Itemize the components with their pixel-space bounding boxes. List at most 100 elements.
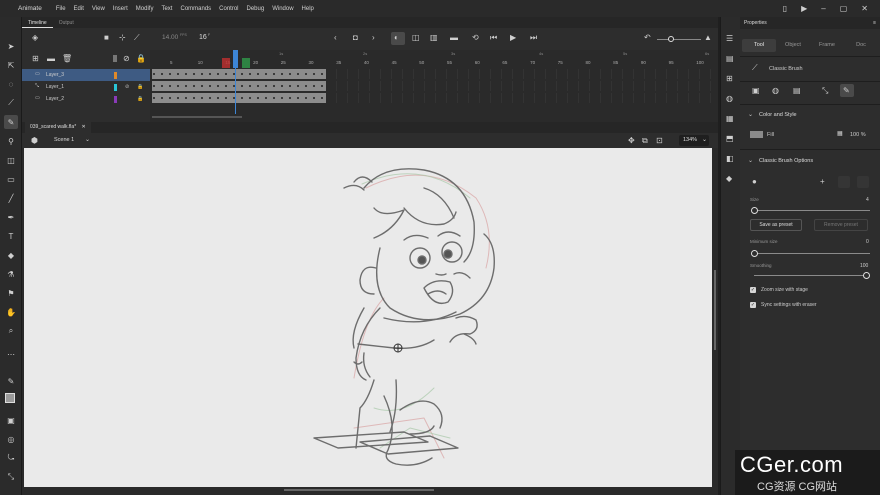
horizontal-scrollbar[interactable] — [284, 489, 434, 491]
keyframe-dot[interactable] — [313, 97, 315, 99]
pressure-icon[interactable]: ⤡ — [822, 87, 828, 95]
keyframe-dot[interactable] — [185, 85, 187, 87]
layers-stack-icon[interactable]: ◈ — [32, 34, 38, 42]
menu-edit[interactable]: Edit — [70, 6, 88, 12]
new-layer-icon[interactable]: ⊞ — [32, 55, 39, 63]
size-value[interactable]: 4 — [866, 197, 869, 203]
lasso-tool-icon[interactable]: ◌ — [4, 77, 18, 91]
frame-zoom-knob[interactable] — [668, 36, 674, 42]
bone-tool-icon[interactable]: ⚲ — [4, 134, 18, 148]
keyframe-dot[interactable] — [161, 97, 163, 99]
chevron-right-icon[interactable]: › — [372, 34, 375, 42]
min-size-slider[interactable] — [754, 253, 870, 254]
eraser-tool-icon[interactable]: ◫ — [4, 153, 18, 167]
keyframe-dot[interactable] — [281, 73, 283, 75]
keyframe-dot[interactable] — [249, 73, 251, 75]
outline-toggle-icon[interactable] — [113, 55, 117, 62]
tilt-button[interactable]: ✎ — [840, 84, 854, 97]
fps-value[interactable]: 14.00 — [162, 34, 178, 41]
keyframe-dot[interactable] — [225, 97, 227, 99]
keyframe-dot[interactable] — [185, 97, 187, 99]
close-tab-icon[interactable]: ✕ — [82, 124, 86, 130]
play-icon[interactable]: ▶ — [510, 34, 516, 42]
keyframe-dot[interactable] — [153, 73, 155, 75]
menu-commands[interactable]: Commands — [176, 6, 215, 12]
keyframe-dot[interactable] — [297, 73, 299, 75]
layer3-frames[interactable] — [152, 69, 326, 79]
keyframe-dot[interactable] — [289, 85, 291, 87]
paint-brush-icon[interactable]: ⟋ — [4, 96, 18, 110]
selection-tool-icon[interactable]: ➤ — [4, 39, 18, 53]
onion-skin-button[interactable]: ◐ — [391, 32, 405, 45]
tab-frame[interactable]: Frame — [810, 39, 844, 52]
menu-help[interactable]: Help — [298, 6, 318, 12]
center-frame-icon[interactable]: ◘ — [353, 34, 358, 42]
lock-icon[interactable]: 🔒 — [137, 84, 143, 90]
more-tools-icon[interactable]: ⋯ — [4, 347, 18, 361]
keyframe-dot[interactable] — [241, 85, 243, 87]
keyframe-dot[interactable] — [177, 73, 179, 75]
keyframe-dot[interactable] — [257, 73, 259, 75]
smooth-icon[interactable]: ⤿ — [4, 451, 18, 465]
layer1-frames[interactable] — [152, 81, 326, 91]
keyframe-dot[interactable] — [209, 73, 211, 75]
keyframe-dot[interactable] — [249, 85, 251, 87]
first-frame-icon[interactable]: ⏮ — [490, 34, 497, 42]
keyframe-dot[interactable] — [321, 85, 323, 87]
visibility-toggle-icon[interactable]: ⊘ — [123, 55, 130, 63]
keyframe-dot[interactable] — [281, 97, 283, 99]
hand-tool-icon[interactable]: ✋ — [4, 305, 18, 319]
fill-color-swatch[interactable] — [5, 393, 15, 403]
keyframe-dot[interactable] — [321, 97, 323, 99]
keyframe-dot[interactable] — [297, 97, 299, 99]
color-panel-icon[interactable]: ◍ — [726, 95, 733, 103]
keyframe-dot[interactable] — [265, 85, 267, 87]
brush-shape-dot-icon[interactable]: ● — [752, 178, 757, 186]
timeline-scrollbar[interactable] — [152, 116, 242, 118]
smoothing-value[interactable]: 100 — [860, 263, 868, 269]
scene-dropdown-icon[interactable]: ⌄ — [85, 137, 90, 143]
graph-icon[interactable]: ⟋ — [134, 34, 140, 42]
layer-row[interactable]: ▭ Layer_2 🔒 — [22, 93, 150, 105]
keyframe-dot[interactable] — [169, 73, 171, 75]
keyframe-dot[interactable] — [265, 73, 267, 75]
hidden-icon[interactable]: ⊘ — [125, 84, 129, 90]
layer-name[interactable]: Layer_1 — [46, 84, 64, 90]
empty-frames[interactable] — [326, 81, 716, 91]
minimize-icon[interactable]: – — [821, 4, 825, 13]
brush-shape-icon[interactable]: ▤ — [793, 87, 801, 95]
keyframe-dot[interactable] — [161, 85, 163, 87]
tab-doc[interactable]: Doc — [844, 39, 878, 52]
keyframe-dot[interactable] — [201, 85, 203, 87]
document-tab[interactable]: 039_scared walk.fla* ✕ — [25, 122, 91, 133]
playhead[interactable] — [233, 50, 238, 68]
size-slider-knob[interactable] — [751, 207, 758, 214]
keyframe-dot[interactable] — [273, 85, 275, 87]
menu-text[interactable]: Text — [157, 6, 176, 12]
keyframe-dot[interactable] — [297, 85, 299, 87]
stage-canvas[interactable] — [24, 148, 712, 487]
menu-window[interactable]: Window — [268, 6, 297, 12]
keyframe-dot[interactable] — [241, 73, 243, 75]
layer-name[interactable]: Layer_2 — [46, 96, 64, 102]
clip-icon[interactable]: ⧉ — [642, 137, 648, 145]
menu-modify[interactable]: Modify — [132, 6, 158, 12]
fill-pattern-icon[interactable]: ▦ — [837, 131, 843, 137]
object-drawing-icon[interactable]: ▣ — [4, 413, 18, 427]
keyframe-dot[interactable] — [273, 73, 275, 75]
keyframe-dot[interactable] — [225, 73, 227, 75]
onion-marker-after[interactable] — [242, 58, 250, 68]
collapse-icon[interactable]: ⌄ — [748, 157, 753, 164]
undo-icon[interactable]: ↶ — [644, 34, 651, 42]
keyframe-dot[interactable] — [177, 97, 179, 99]
keyframe-dot[interactable] — [305, 97, 307, 99]
keyframe-dot[interactable] — [177, 85, 179, 87]
add-brush-icon[interactable]: + — [820, 178, 825, 186]
subselection-tool-icon[interactable]: ⇱ — [4, 58, 18, 72]
smoothing-knob[interactable] — [863, 272, 870, 279]
size-slider[interactable] — [754, 210, 870, 211]
keyframe-dot[interactable] — [153, 85, 155, 87]
min-size-knob[interactable] — [751, 250, 758, 257]
keyframe-dot[interactable] — [289, 97, 291, 99]
vertical-scrollbar[interactable] — [714, 270, 716, 350]
